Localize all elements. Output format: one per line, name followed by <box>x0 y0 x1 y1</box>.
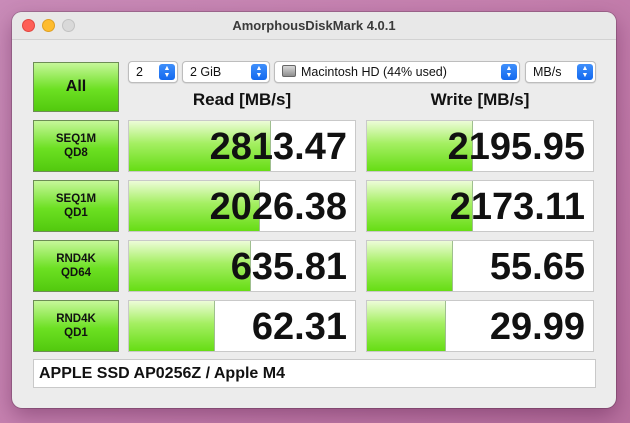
title-bar: AmorphousDiskMark 4.0.1 <box>12 12 616 40</box>
window-title: AmorphousDiskMark 4.0.1 <box>232 18 396 33</box>
read-result-cell: 635.81 <box>128 240 356 292</box>
read-result-value: 2813.47 <box>209 126 347 168</box>
unit-select[interactable]: MB/s ▲ ▼ <box>525 61 596 83</box>
write-progress-bar <box>367 241 453 291</box>
disk-select[interactable]: Macintosh HD (44% used) ▲ ▼ <box>274 61 520 83</box>
write-result-value: 29.99 <box>489 306 585 348</box>
run-all-button[interactable]: All <box>33 62 119 112</box>
write-result-value: 2195.95 <box>447 126 585 168</box>
read-result-cell: 62.31 <box>128 300 356 352</box>
chevron-updown-icon: ▲ ▼ <box>501 64 517 80</box>
test-label-line1: SEQ1M <box>55 133 97 145</box>
write-result-value: 55.65 <box>489 246 585 288</box>
write-result-value: 2173.11 <box>449 186 585 228</box>
test-label-line2: QD64 <box>60 267 92 279</box>
test-button-seq1m-qd8[interactable]: SEQ1M QD8 <box>33 120 119 172</box>
chevron-updown-icon: ▲ ▼ <box>251 64 267 80</box>
read-result-value: 2026.38 <box>209 186 347 228</box>
test-label-line2: QD8 <box>64 147 88 159</box>
test-count-value: 2 <box>136 65 143 79</box>
test-label-line1: RND4K <box>56 253 96 265</box>
unit-value: MB/s <box>533 65 562 79</box>
device-info-field[interactable]: APPLE SSD AP0256Z / Apple M4 <box>33 359 596 388</box>
write-progress-bar <box>367 301 447 351</box>
write-column-header: Write [MB/s] <box>430 90 530 109</box>
test-label-line2: QD1 <box>64 327 88 339</box>
write-result-cell: 2195.95 <box>366 120 594 172</box>
test-button-rnd4k-qd64[interactable]: RND4K QD64 <box>33 240 119 292</box>
app-window: AmorphousDiskMark 4.0.1 All 2 ▲ ▼ 2 GiB ▲… <box>12 12 616 408</box>
read-progress-bar <box>129 301 215 351</box>
hard-drive-icon <box>282 65 296 77</box>
test-label-line2: QD1 <box>64 207 88 219</box>
test-button-rnd4k-qd1[interactable]: RND4K QD1 <box>33 300 119 352</box>
read-result-value: 62.31 <box>251 306 347 348</box>
test-count-select[interactable]: 2 ▲ ▼ <box>128 61 178 83</box>
chevron-updown-icon: ▲ ▼ <box>577 64 593 80</box>
test-size-select[interactable]: 2 GiB ▲ ▼ <box>182 61 270 83</box>
test-size-value: 2 GiB <box>190 65 222 79</box>
read-result-cell: 2026.38 <box>128 180 356 232</box>
read-result-value: 635.81 <box>230 246 347 288</box>
chevron-updown-icon: ▲ ▼ <box>159 64 175 80</box>
write-result-cell: 29.99 <box>366 300 594 352</box>
test-label-line1: RND4K <box>56 313 96 325</box>
write-result-cell: 2173.11 <box>366 180 594 232</box>
read-column-header: Read [MB/s] <box>192 90 292 109</box>
test-button-seq1m-qd1[interactable]: SEQ1M QD1 <box>33 180 119 232</box>
read-result-cell: 2813.47 <box>128 120 356 172</box>
write-result-cell: 55.65 <box>366 240 594 292</box>
test-label-line1: SEQ1M <box>55 193 97 205</box>
disk-value: Macintosh HD (44% used) <box>301 65 447 79</box>
